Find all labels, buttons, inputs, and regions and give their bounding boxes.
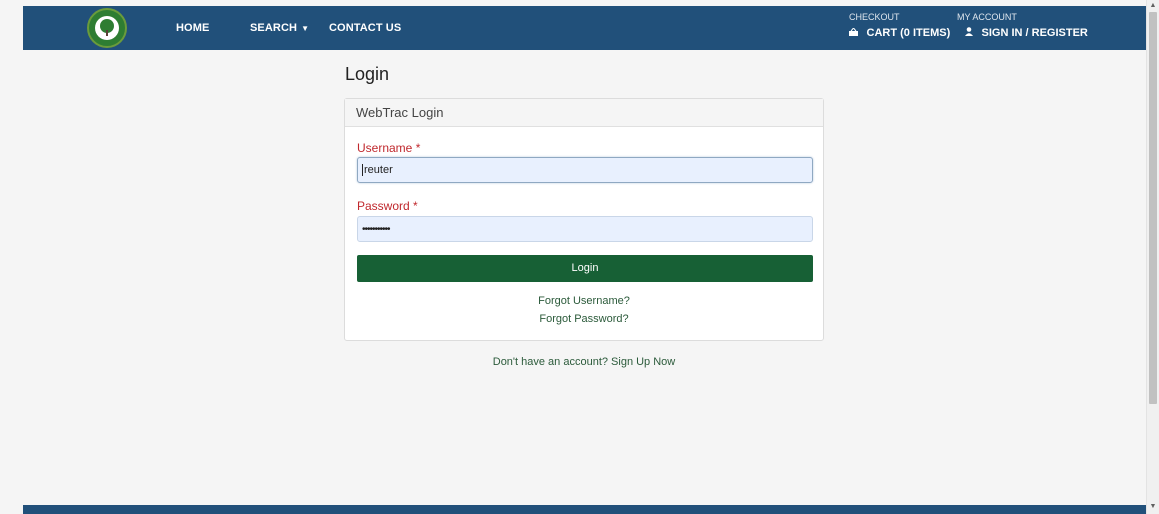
scroll-up-icon[interactable]: ▲ bbox=[1149, 2, 1157, 10]
checkout-label: CHECKOUT bbox=[849, 12, 900, 22]
sign-up-link[interactable]: Don't have an account? Sign Up Now bbox=[344, 356, 824, 368]
nav-search[interactable]: SEARCH ▼ bbox=[250, 22, 309, 34]
caret-down-icon: ▼ bbox=[301, 24, 310, 33]
forgot-username-link[interactable]: Forgot Username? bbox=[345, 295, 823, 307]
username-input[interactable]: reuter bbox=[357, 157, 813, 183]
vertical-scrollbar[interactable]: ▲ ▼ bbox=[1146, 0, 1159, 514]
password-input[interactable]: ••••••••••• bbox=[357, 216, 813, 242]
park-district-logo[interactable] bbox=[87, 8, 127, 48]
top-navigation-bar: HOME SEARCH ▼ CONTACT US CHECKOUT CART (0… bbox=[23, 6, 1146, 50]
scroll-thumb[interactable] bbox=[1149, 12, 1157, 404]
sign-in-register-label: SIGN IN / REGISTER bbox=[981, 27, 1088, 39]
my-account-label: MY ACCOUNT bbox=[957, 12, 1017, 22]
login-button[interactable]: Login bbox=[357, 255, 813, 282]
user-icon bbox=[965, 27, 976, 38]
login-panel: WebTrac Login Username * reuter Password… bbox=[344, 98, 824, 341]
text-cursor bbox=[362, 164, 363, 177]
username-label: Username * bbox=[357, 141, 421, 155]
scroll-down-icon[interactable]: ▼ bbox=[1149, 503, 1157, 511]
tree-icon bbox=[95, 16, 119, 40]
nav-search-label: SEARCH bbox=[250, 22, 298, 34]
page-body: HOME SEARCH ▼ CONTACT US CHECKOUT CART (0… bbox=[0, 0, 1146, 514]
sign-in-register-link[interactable]: SIGN IN / REGISTER bbox=[965, 27, 1088, 39]
password-label: Password * bbox=[357, 199, 418, 213]
panel-header: WebTrac Login bbox=[345, 99, 823, 127]
cart-link[interactable]: CART (0 ITEMS) bbox=[849, 27, 950, 39]
nav-home[interactable]: HOME bbox=[176, 22, 209, 34]
password-value: ••••••••••• bbox=[362, 224, 390, 235]
username-value: reuter bbox=[364, 164, 393, 176]
footer-bar bbox=[23, 505, 1146, 514]
forgot-password-link[interactable]: Forgot Password? bbox=[345, 313, 823, 325]
basket-icon bbox=[849, 27, 861, 38]
cart-label: CART (0 ITEMS) bbox=[866, 27, 951, 39]
page-title: Login bbox=[345, 64, 390, 84]
nav-contact-us[interactable]: CONTACT US bbox=[329, 22, 401, 34]
